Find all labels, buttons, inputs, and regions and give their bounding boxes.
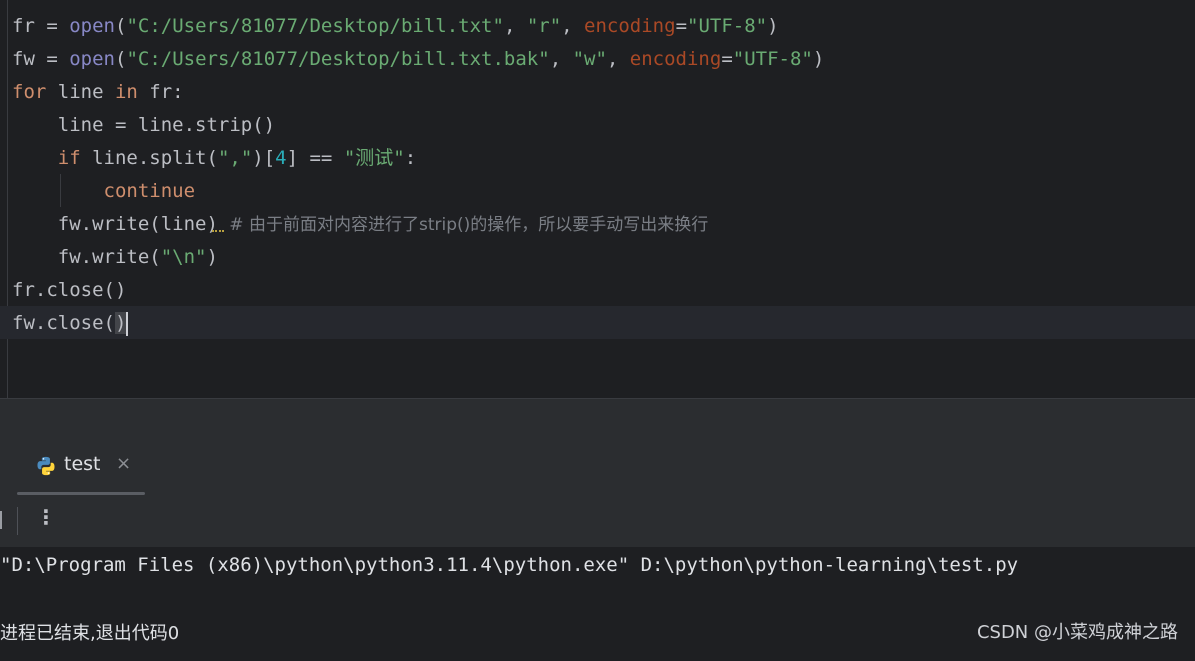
close-icon[interactable]: × [116,453,131,474]
token-string: "w" [572,48,607,70]
token: ) [767,15,779,37]
watermark: CSDN @小菜鸡成神之路 [976,622,1178,643]
token: , [606,48,630,70]
token: fw.write( [12,246,161,268]
code-line-4[interactable]: line = line.strip() [12,109,275,142]
token-number: 4 [275,147,287,169]
token-keyword: if [57,147,81,169]
token-string: "," [217,147,253,169]
text-caret [126,311,129,336]
token: fr [12,15,35,37]
code-line-8[interactable]: fw.write("\n") [12,241,218,274]
warning-squiggle-icon [211,226,224,232]
token-keyword: for [12,81,47,103]
token: : [404,147,417,169]
toolbar-edge-icon [0,511,2,529]
token: = [34,15,70,37]
active-tab-indicator [17,492,145,495]
panel-divider[interactable] [0,398,1195,436]
token: ] == [286,147,344,169]
token: )[ [252,147,276,169]
python-icon [37,456,55,476]
token-param: encoding [629,48,722,70]
code-line-9[interactable]: fr.close() [12,274,126,307]
code-editor[interactable]: fr = open("C:/Users/81077/Desktop/bill.t… [0,0,1195,398]
token: line.split( [80,147,218,169]
toolbar-separator [17,507,18,535]
code-line-10[interactable]: fw.close() [12,307,129,340]
token-builtin: open [69,48,115,70]
run-toolbar: ⋮ [0,503,1195,539]
token: line = line.strip() [12,114,276,136]
code-line-6[interactable]: continue [12,175,196,208]
run-panel: test × ⋮ "D:\Program Files (x86)\python\… [0,435,1195,661]
token: , [503,15,527,37]
code-line-3[interactable]: for line in fr: [12,76,184,109]
token: ) [812,48,825,70]
token-string: "测试" [343,147,405,169]
token-string: "r" [526,15,562,37]
more-vertical-icon[interactable]: ⋮ [36,505,56,529]
token-string: "C:/Users/81077/Desktop/bill.txt" [126,15,504,37]
console-command-line: "D:\Program Files (x86)\python\python3.1… [0,554,1019,576]
token-string: "C:/Users/81077/Desktop/bill.txt.bak" [126,48,550,70]
token: fr.close() [12,279,127,301]
token: ) [206,246,218,268]
matched-paren: ) [114,312,127,334]
token-keyword: in [114,81,138,103]
run-tab-test[interactable]: test × [17,447,145,495]
token-string: "UTF-8" [732,48,813,70]
code-line-7[interactable]: fw.write(line) # 由于前面对内容进行了strip()的操作，所以… [12,208,709,241]
token: fw.close( [12,312,115,334]
code-line-5[interactable]: if line.split(",")[4] == "测试": [12,142,416,175]
token: line [46,81,115,103]
token: ( [114,48,127,70]
token: = [721,48,733,70]
run-tab-bar: test × [0,435,1195,495]
token: = [675,15,688,37]
token-param: encoding [584,15,676,37]
code-line-1[interactable]: fr = open("C:/Users/81077/Desktop/bill.t… [12,10,779,43]
token-builtin: open [69,15,115,37]
token: = [34,48,70,70]
console-exit-message: 进程已结束,退出代码0 [0,623,180,644]
code-line-2[interactable]: fw = open("C:/Users/81077/Desktop/bill.t… [12,43,824,76]
token: fw [12,48,35,70]
token-string: "UTF-8" [687,15,768,37]
console-output[interactable]: "D:\Program Files (x86)\python\python3.1… [0,547,1195,661]
token: fw.write(line) [12,213,218,235]
tab-label: test [64,453,101,475]
token: , [561,15,585,37]
token: , [549,48,573,70]
current-line-highlight [0,306,1195,339]
token-string: "\n" [160,246,207,268]
token-comment: # 由于前面对内容进行了strip()的操作，所以要手动写出来换行 [223,215,709,235]
token: ( [114,15,127,37]
token-keyword: continue [103,180,196,202]
token: fr: [137,81,184,103]
